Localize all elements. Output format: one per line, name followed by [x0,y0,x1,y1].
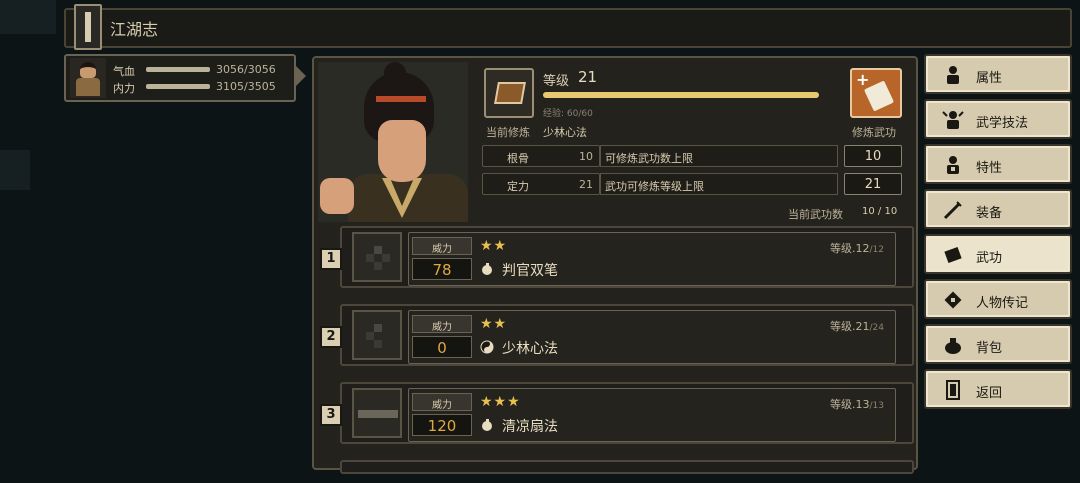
journal-icon [74,4,102,50]
attribute-row: 定力 21 武功可修炼等级上限 21 [482,173,902,195]
skill-level: 等级.21/24 [830,320,884,333]
skill-count-value: 10 / 10 [862,206,898,217]
menu-martial-arts[interactable]: 武功 [924,234,1072,274]
attribute-row: 根骨 10 可修炼武功数上限 10 [482,145,902,167]
menu-label: 人物传记 [976,296,1029,311]
skill-level: 等级.13/13 [830,398,884,411]
hp-value: 3056/3056 [216,63,276,76]
avatar [70,58,106,98]
current-method-book-icon [484,68,534,118]
power-label: 威力 [432,244,452,255]
train-martial-button[interactable]: + [850,68,902,118]
power-label: 威力 [432,322,452,333]
exp-bar [543,92,819,98]
current-method-value: 少林心法 [543,126,587,139]
exp-bar-fill [543,92,819,98]
attribute-name: 定力 [507,180,529,193]
menu-martial-skills[interactable]: 武学技法 [924,99,1072,139]
skill-stars: ★★ [480,316,508,332]
menu-label: 武学技法 [976,116,1029,131]
skill-grid-icon [352,310,402,360]
power-label: 威力 [432,400,452,411]
menu-equipment[interactable]: 装备 [924,189,1072,229]
fist-icon [482,419,492,431]
hp-bar [146,67,210,72]
attribute-value: 10 [579,150,593,163]
current-method-label: 当前修炼 [486,126,530,139]
yinyang-icon [480,340,494,354]
attribute-desc: 武功可修炼等级上限 [605,180,704,193]
skill-index: 2 [320,326,342,348]
mp-label: 内力 [113,82,135,95]
skill-card[interactable] [340,460,914,474]
menu-label: 属性 [976,71,1003,86]
menu-label: 武功 [976,251,1003,266]
manual-icon [944,246,962,264]
menu-attributes[interactable]: 属性 [924,54,1072,94]
menu-label: 特性 [976,161,1003,176]
level-label: 等级 [543,74,570,89]
menu-traits[interactable]: 特性 [924,144,1072,184]
attribute-desc: 可修炼武功数上限 [605,152,693,165]
power-value: 0 [437,339,447,357]
skill-name: 少林心法 [502,341,558,357]
mp-value: 3105/3505 [216,80,276,93]
hp-label: 气血 [113,65,135,78]
skill-stars: ★★★ [480,394,521,410]
character-portrait [318,62,468,222]
skill-name: 清凉扇法 [502,419,558,435]
menu-label: 背包 [976,341,1003,356]
skill-name: 判官双笔 [502,263,558,279]
skill-count-label: 当前武功数 [788,208,843,221]
page-title: 江湖志 [110,20,159,39]
skill-stars: ★★ [480,238,508,254]
skill-index: 3 [320,404,342,426]
trait-icon [947,156,959,174]
attribute-cap: 10 [864,149,882,164]
menu-bag[interactable]: 背包 [924,324,1072,364]
mp-bar [146,84,210,89]
martial-skill-icon [942,111,964,129]
door-icon [946,380,960,400]
biography-icon [944,291,962,309]
person-icon [947,66,959,84]
fist-icon [482,263,492,275]
status-card-pointer [296,66,306,86]
train-label: 修炼武功 [852,126,896,139]
attribute-name: 根骨 [507,152,529,165]
menu-back[interactable]: 返回 [924,369,1072,409]
bag-icon [945,338,961,354]
skill-grid-icon [352,388,402,438]
power-value: 120 [427,417,457,435]
skill-level: 等级.12/12 [830,242,884,255]
level-value: 21 [578,68,598,86]
power-value: 78 [432,261,452,279]
menu-label: 返回 [976,386,1003,401]
menu-label: 装备 [976,206,1003,221]
attribute-cap: 21 [864,177,882,192]
title-bar [64,8,1072,48]
plus-icon: + [856,70,870,89]
menu-biography[interactable]: 人物传记 [924,279,1072,319]
attribute-value: 21 [579,178,593,191]
sword-icon [943,201,962,220]
skill-index: 1 [320,248,342,270]
skill-grid-icon [352,232,402,282]
exp-text: 经验: 60/60 [543,109,593,119]
